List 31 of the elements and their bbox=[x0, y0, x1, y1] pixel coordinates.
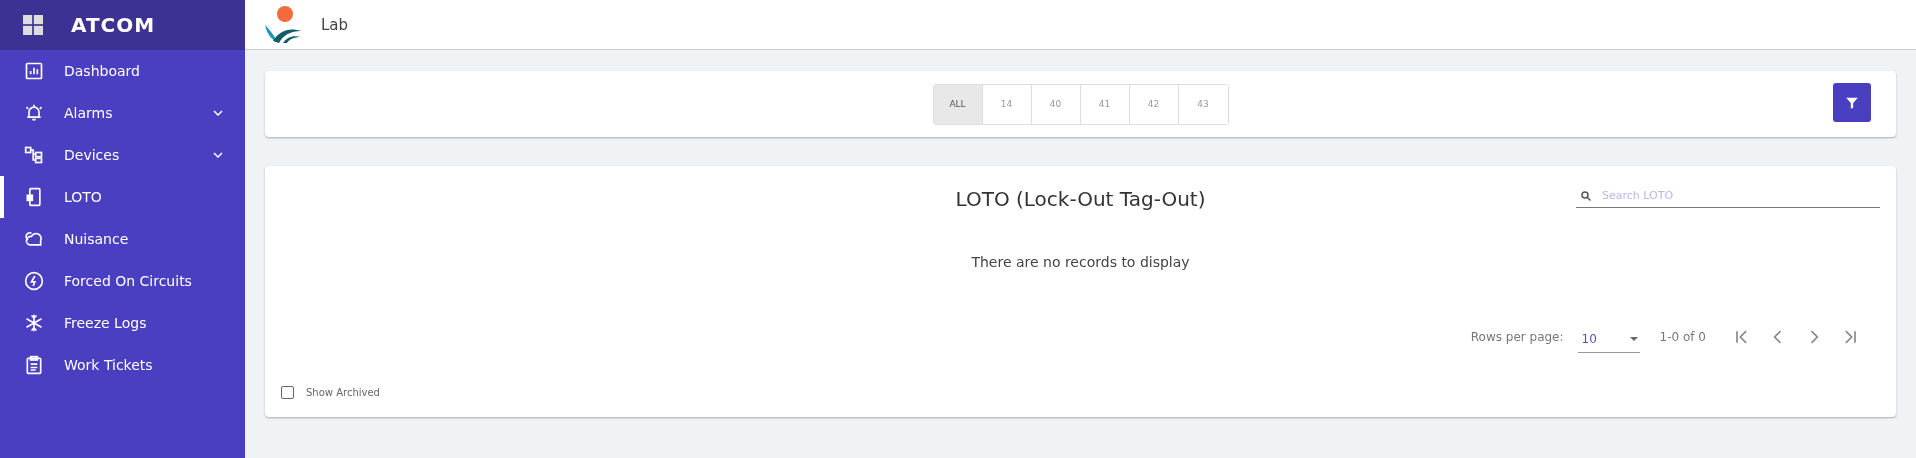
dropdown-arrow-icon bbox=[1629, 337, 1638, 341]
nav-item[interactable]: Dashboard bbox=[0, 50, 245, 92]
page-range: 1-0 of 0 bbox=[1659, 329, 1706, 344]
show-archived-checkbox[interactable] bbox=[281, 386, 294, 399]
brand-name: ATCOM bbox=[71, 13, 156, 37]
nav-item[interactable]: Work Tickets bbox=[0, 344, 245, 386]
bolt-icon bbox=[24, 271, 44, 291]
hierarchy-icon bbox=[24, 145, 44, 165]
phone-lock-icon bbox=[24, 187, 44, 207]
nav-item[interactable]: LOTO bbox=[0, 176, 245, 218]
chart-icon bbox=[24, 61, 44, 81]
nav-item[interactable]: Forced On Circuits bbox=[0, 260, 245, 302]
clipboard-icon bbox=[24, 355, 44, 375]
rows-per-page-select[interactable]: 10 bbox=[1577, 328, 1640, 353]
search-icon bbox=[1580, 189, 1592, 202]
table-title: LOTO (Lock-Out Tag-Out) bbox=[955, 187, 1206, 211]
nav-item[interactable]: Devices bbox=[0, 134, 245, 176]
filter-icon bbox=[1845, 95, 1859, 110]
filter-tab[interactable]: ALL bbox=[933, 84, 983, 124]
bell-icon bbox=[24, 103, 44, 123]
nav-item[interactable]: Nuisance bbox=[0, 218, 245, 260]
grid-icon[interactable] bbox=[21, 15, 45, 35]
nav-item[interactable]: Alarms bbox=[0, 92, 245, 134]
nav-item[interactable]: Freeze Logs bbox=[0, 302, 245, 344]
page-title: Lab bbox=[321, 15, 349, 34]
filter-button[interactable] bbox=[1833, 83, 1871, 122]
checkbox-label: Show Archived bbox=[306, 387, 380, 398]
cloud-icon bbox=[24, 229, 44, 249]
snowflake-icon bbox=[24, 313, 44, 333]
empty-message: There are no records to display bbox=[970, 254, 1191, 270]
rows-per-page-label: Rows per page: bbox=[1470, 329, 1564, 344]
